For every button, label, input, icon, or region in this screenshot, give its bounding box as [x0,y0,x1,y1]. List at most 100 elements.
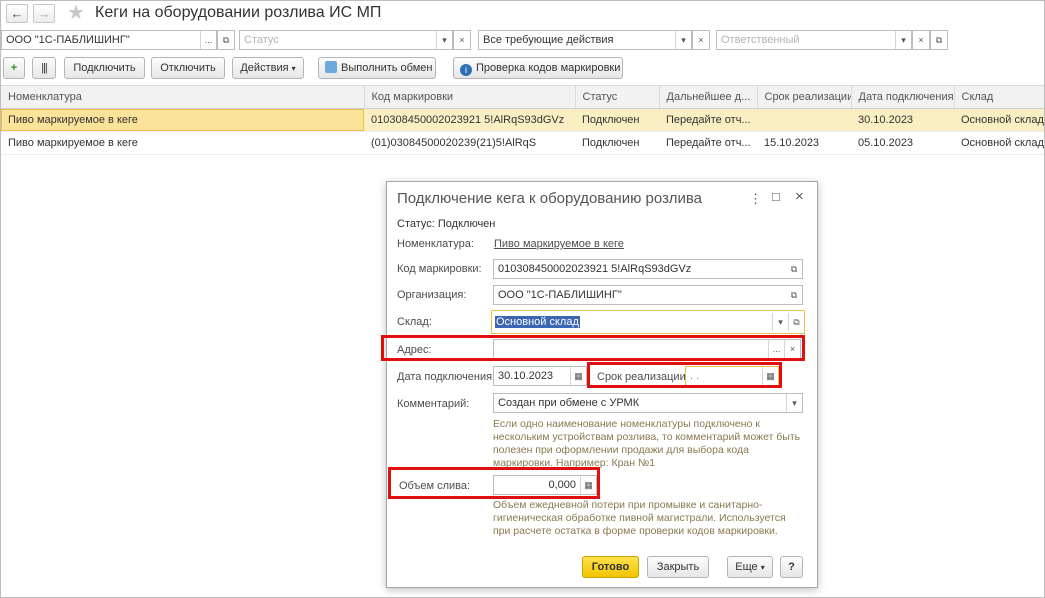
table-cell[interactable] [757,108,851,132]
check-codes-button-label: Проверка кодов маркировки [476,62,621,74]
column-header[interactable]: Статус [575,85,660,109]
clear-icon[interactable]: × [692,30,710,50]
arrow-left-icon: ← [10,6,24,21]
table-cell[interactable]: Подключен [575,108,659,132]
dropdown-icon[interactable]: ▾ [675,31,691,49]
responsible-filter[interactable]: Ответственный ▾ [716,30,912,50]
back-button[interactable]: ← [6,4,28,23]
expiry-highlight [587,362,782,388]
more-vertical-icon[interactable]: ⋮ [749,191,762,207]
dropdown-icon[interactable]: ▾ [786,394,802,412]
arrow-right-icon: → [37,6,51,21]
exchange-icon [325,61,337,73]
barcode-button[interactable]: ||| [32,57,56,79]
code-field-value: 010308450002023921 5!AlRqS93dGVz [498,263,692,275]
comment-label: Комментарий: [397,398,470,410]
volume-highlight [388,467,600,499]
dropdown-icon[interactable]: ▾ [772,313,788,331]
column-header[interactable]: Дальнейшее д... [659,85,758,109]
actions-filter-value: Все требующие действия [483,34,614,46]
forward-button[interactable]: → [33,4,55,23]
warehouse-field[interactable]: Основной склад ▾ ⧉ [491,310,805,334]
column-header[interactable]: Срок реализации [757,85,852,109]
date-field-value: 30.10.2023 [498,370,554,382]
comment-field[interactable]: Создан при обмене с УРМК ▾ [493,393,803,413]
table-cell[interactable]: Основной склад [954,108,1044,132]
table-cell[interactable]: Пиво маркируемое в кеге [1,108,364,132]
table-cell[interactable]: Основной склад [954,131,1044,155]
table-cell[interactable]: 05.10.2023 [851,131,954,155]
barcode-icon: ||| [41,62,48,74]
table-header: Номенклатура Код маркировки Статус Дальн… [1,85,1044,109]
status-text: Статус: Подключен [397,218,496,230]
info-icon: i [460,64,472,76]
dropdown-icon[interactable]: ▾ [895,31,911,49]
create-button[interactable]: + [3,57,25,79]
code-field[interactable]: 010308450002023921 5!AlRqS93dGVz ⧉ [493,259,803,279]
table-row[interactable]: Пиво маркируемое в кеге (01)030845000202… [1,131,1044,155]
exchange-button[interactable]: Выполнить обмен [318,57,436,79]
dialog-title: Подключение кега к оборудованию розлива [397,190,703,207]
column-header[interactable]: Номенклатура [1,85,365,109]
add-document-icon: + [10,62,18,74]
favorite-star-icon[interactable]: ★ [67,3,85,23]
connect-button[interactable]: Подключить [64,57,145,79]
more-button-label: Еще [735,561,758,573]
status-filter-placeholder: Статус [244,34,279,46]
exchange-button-label: Выполнить обмен [341,62,433,74]
organization-filter[interactable]: ООО "1С-ПАБЛИШИНГ" ... [1,30,217,50]
actions-filter[interactable]: Все требующие действия ▾ [478,30,692,50]
clear-icon[interactable]: × [912,30,930,50]
done-button[interactable]: Готово [582,556,639,578]
dropdown-arrow-icon: ▾ [291,64,296,73]
nomenclature-link[interactable]: Пиво маркируемое в кеге [494,238,624,250]
column-header[interactable]: Дата подключения [851,85,955,109]
table-cell[interactable]: 15.10.2023 [757,131,851,155]
close-button[interactable]: Закрыть [647,556,709,578]
actions-button[interactable]: Действия ▾ [232,57,304,79]
address-highlight [381,335,805,361]
table-cell[interactable]: Пиво маркируемое в кеге [1,131,364,155]
clear-icon[interactable]: × [453,30,471,50]
volume-hint: Объем ежедневной потери при промывке и с… [493,499,786,537]
table-cell[interactable]: 30.10.2023 [851,108,954,132]
org-field[interactable]: ООО "1С-ПАБЛИШИНГ" ⧉ [493,285,803,305]
organization-filter-value: ООО "1С-ПАБЛИШИНГ" [6,34,130,46]
open-icon[interactable]: ⧉ [217,30,235,50]
open-icon[interactable]: ⧉ [788,313,804,331]
disconnect-button[interactable]: Отключить [151,57,225,79]
check-codes-button[interactable]: i Проверка кодов маркировки [453,57,623,79]
maximize-icon[interactable]: □ [772,189,780,204]
calendar-icon[interactable]: ▦ [570,367,586,385]
open-icon[interactable]: ⧉ [786,286,802,304]
window-title: Кеги на оборудовании розлива ИС МП [95,4,382,21]
close-icon[interactable]: × [795,188,804,205]
nomenclature-label: Номенклатура: [397,238,474,250]
more-button[interactable]: Еще ▾ [727,556,773,578]
table-cell[interactable]: Подключен [575,131,659,155]
comment-field-value: Создан при обмене с УРМК [498,397,640,409]
ellipsis-icon[interactable]: ... [200,31,216,49]
warehouse-field-value: Основной склад [495,316,580,328]
warehouse-label: Склад: [397,316,432,328]
open-icon[interactable]: ⧉ [930,30,948,50]
open-icon[interactable]: ⧉ [786,260,802,278]
column-header[interactable]: Склад [954,85,1044,109]
date-field[interactable]: 30.10.2023 ▦ [493,366,587,386]
table-cell[interactable]: Передайте отч... [659,108,757,132]
help-button[interactable]: ? [780,556,803,578]
table-cell[interactable]: 010308450002023921 5!AlRqS93dGVz [364,108,575,132]
table-cell[interactable]: (01)03084500020239(21)5!AlRqS [364,131,575,155]
actions-button-label: Действия [240,62,289,74]
table-row[interactable]: Пиво маркируемое в кеге 0103084500020239… [1,108,1044,132]
status-filter[interactable]: Статус ▾ [239,30,453,50]
comment-hint: Если одно наименование номенклатуры подк… [493,418,801,469]
date-label: Дата подключения: [397,371,496,383]
column-header[interactable]: Код маркировки [364,85,576,109]
dropdown-icon[interactable]: ▾ [436,31,452,49]
org-field-value: ООО "1С-ПАБЛИШИНГ" [498,289,622,301]
dropdown-arrow-icon: ▾ [760,563,765,572]
responsible-filter-placeholder: Ответственный [721,34,800,46]
table-cell[interactable]: Передайте отч... [659,131,757,155]
code-label: Код маркировки: [397,263,482,275]
